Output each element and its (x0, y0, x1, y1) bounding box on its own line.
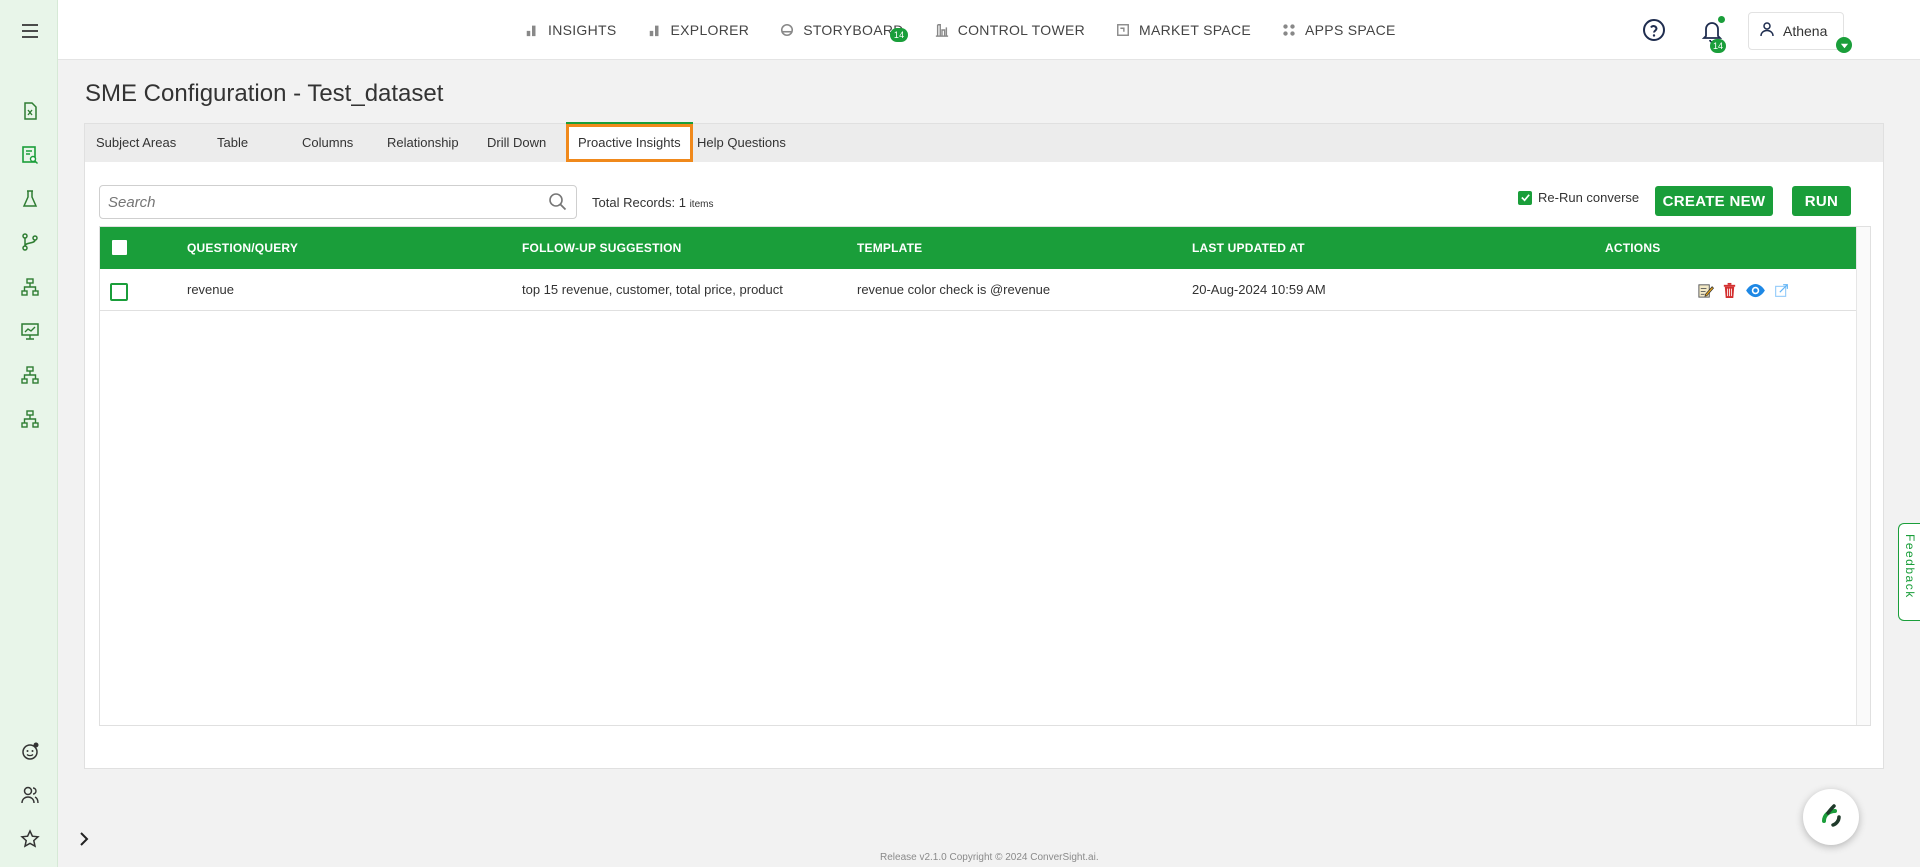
search-document-icon[interactable] (19, 144, 41, 166)
run-button[interactable]: RUN (1792, 186, 1851, 216)
face-icon[interactable] (19, 740, 41, 762)
view-eye-icon[interactable] (1744, 281, 1766, 299)
notification-dot (1718, 16, 1725, 23)
chevron-down-icon[interactable] (1836, 37, 1852, 53)
nav-insights-label: INSIGHTS (548, 22, 617, 38)
users-icon[interactable] (19, 784, 41, 806)
nav-apps-space[interactable]: APPS SPACE (1281, 22, 1396, 38)
nav-storyboard[interactable]: STORYBOARD 14 (779, 22, 909, 42)
apps-grid-icon (1281, 22, 1297, 38)
storyboard-badge: 14 (890, 28, 909, 42)
column-header-template[interactable]: TEMPLATE (857, 227, 922, 269)
flask-icon[interactable] (19, 188, 41, 210)
left-sidebar (0, 0, 58, 867)
column-header-actions: ACTIONS (1605, 241, 1661, 255)
rerun-converse-toggle[interactable]: Re-Run converse (1518, 190, 1639, 205)
hierarchy-icon[interactable] (19, 364, 41, 386)
hierarchy-icon[interactable] (19, 408, 41, 430)
cell-template: revenue color check is @revenue (857, 282, 1051, 297)
menu-icon[interactable] (19, 20, 41, 42)
nav-control-tower-label: CONTROL TOWER (957, 22, 1086, 38)
notification-count-badge: 14 (1710, 39, 1726, 53)
footer-copyright: Release v2.1.0 Copyright © 2024 ConverSi… (880, 852, 1099, 863)
page-title: SME Configuration - Test_dataset (85, 80, 444, 107)
nav-storyboard-label: STORYBOARD (803, 22, 904, 38)
table-header: QUESTION/QUERY FOLLOW-UP SUGGESTION TEMP… (100, 227, 1856, 269)
search-icon[interactable] (548, 192, 568, 212)
config-panel: Subject Areas Table Columns Relationship… (84, 122, 1884, 769)
user-name: Athena (1783, 23, 1828, 39)
bar-chart-icon (524, 22, 540, 38)
branch-icon[interactable] (19, 231, 41, 253)
nav-explorer-label: EXPLORER (670, 22, 750, 38)
cell-updated: 20-Aug-2024 10:59 AM (1192, 282, 1326, 297)
tab-columns[interactable]: Columns (302, 124, 353, 162)
nav-insights[interactable]: INSIGHTS (524, 22, 617, 38)
nav-market-space-label: MARKET SPACE (1139, 22, 1252, 38)
checkbox-checked-icon[interactable] (1518, 190, 1532, 205)
top-bar: INSIGHTS EXPLORER STORYBOARD 14 CONTROL … (58, 0, 1920, 60)
select-all-checkbox[interactable] (112, 240, 127, 255)
insights-table: QUESTION/QUERY FOLLOW-UP SUGGESTION TEMP… (99, 226, 1871, 726)
tab-bar: Subject Areas Table Columns Relationship… (85, 122, 1883, 162)
help-icon[interactable] (1642, 18, 1666, 42)
column-header-updated[interactable]: LAST UPDATED AT (1192, 227, 1305, 269)
main-nav: INSIGHTS EXPLORER STORYBOARD 14 CONTROL … (524, 0, 1426, 60)
share-icon[interactable] (1772, 281, 1790, 299)
table-row[interactable]: revenue top 15 revenue, customer, total … (100, 269, 1856, 311)
tab-help-questions[interactable]: Help Questions (697, 124, 786, 162)
tab-drill-down[interactable]: Drill Down (487, 124, 546, 162)
star-icon[interactable] (19, 828, 41, 850)
market-icon (1115, 22, 1131, 38)
edit-icon[interactable] (1696, 281, 1714, 299)
row-actions (1696, 281, 1796, 299)
feedback-label: Feedback (1903, 534, 1917, 599)
total-records-label: Total Records: (592, 195, 676, 210)
nav-control-tower[interactable]: CONTROL TOWER (934, 22, 1085, 38)
cell-followup: top 15 revenue, customer, total price, p… (522, 282, 783, 297)
expand-sidebar-chevron-icon[interactable] (73, 828, 95, 850)
nav-apps-space-label: APPS SPACE (1305, 22, 1396, 38)
search-box (99, 185, 577, 219)
feedback-tab[interactable]: Feedback (1898, 523, 1920, 621)
column-header-followup[interactable]: FOLLOW-UP SUGGESTION (522, 227, 682, 269)
delete-icon[interactable] (1720, 281, 1738, 299)
presentation-chart-icon[interactable] (19, 320, 41, 342)
chatbot-logo-icon (1815, 799, 1847, 836)
chatbot-launcher[interactable] (1803, 789, 1859, 845)
user-menu[interactable]: Athena (1748, 12, 1844, 50)
nav-market-space[interactable]: MARKET SPACE (1115, 22, 1251, 38)
excel-file-icon[interactable] (19, 100, 41, 122)
tab-table[interactable]: Table (217, 124, 248, 162)
nav-explorer[interactable]: EXPLORER (647, 22, 750, 38)
tab-subject-areas[interactable]: Subject Areas (96, 124, 176, 162)
tab-relationship[interactable]: Relationship (387, 124, 459, 162)
tower-icon (934, 22, 950, 38)
total-records-count: 1 (678, 195, 686, 210)
bar-chart-icon (647, 22, 663, 38)
total-records: Total Records: 1 items (592, 195, 713, 210)
total-records-unit: items (689, 199, 714, 210)
rerun-converse-label: Re-Run converse (1538, 190, 1640, 205)
search-input[interactable] (100, 186, 520, 218)
user-icon (1759, 21, 1775, 42)
table-scrollbar[interactable] (1856, 227, 1870, 725)
tab-proactive-insights[interactable]: Proactive Insights (566, 122, 693, 162)
row-checkbox[interactable] (110, 283, 128, 301)
column-header-question[interactable]: QUESTION/QUERY (187, 227, 298, 269)
create-new-button[interactable]: CREATE NEW (1655, 186, 1773, 216)
cell-question: revenue (187, 282, 234, 297)
storyboard-icon (779, 22, 795, 38)
hierarchy-icon[interactable] (19, 276, 41, 298)
